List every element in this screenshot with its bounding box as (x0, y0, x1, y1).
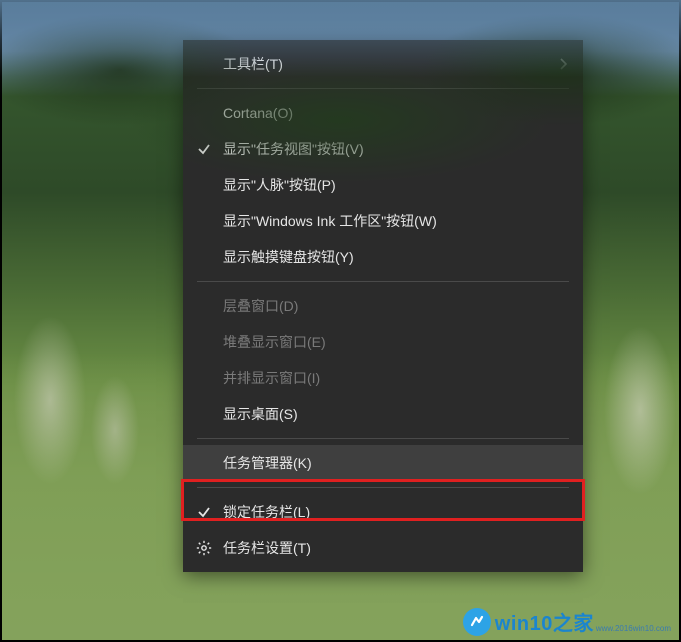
menu-item-label: 任务栏设置(T) (223, 538, 565, 558)
menu-item[interactable]: 显示"任务视图"按钮(V) (183, 131, 583, 167)
menu-item-label: 显示触摸键盘按钮(Y) (223, 247, 565, 267)
menu-item-label: 层叠窗口(D) (223, 296, 565, 316)
gear-icon (196, 540, 212, 556)
watermark-brand: win10之家 (495, 607, 594, 636)
menu-item-label: 锁定任务栏(L) (223, 502, 565, 522)
check-icon (197, 505, 211, 519)
menu-item-label: 任务管理器(K) (223, 453, 565, 473)
menu-item[interactable]: Cortana(O) (183, 95, 583, 131)
menu-item: 堆叠显示窗口(E) (183, 324, 583, 360)
taskbar-context-menu: 工具栏(T) Cortana(O) 显示"任务视图"按钮(V) 显示"人脉"按钮(P)… (183, 40, 583, 572)
menu-item-label: 堆叠显示窗口(E) (223, 332, 565, 352)
check-icon (197, 142, 211, 156)
menu-item-label: 显示"人脉"按钮(P) (223, 175, 565, 195)
menu-item[interactable]: 任务管理器(K) (183, 445, 583, 481)
menu-item-label: 工具栏(T) (223, 54, 565, 74)
menu-item[interactable]: 显示桌面(S) (183, 396, 583, 432)
menu-item-label: 并排显示窗口(I) (223, 368, 565, 388)
watermark-url: www.2016win10.com (596, 624, 671, 636)
menu-item-label: 显示桌面(S) (223, 404, 565, 424)
menu-item: 层叠窗口(D) (183, 288, 583, 324)
desktop-background: 工具栏(T) Cortana(O) 显示"任务视图"按钮(V) 显示"人脉"按钮(P)… (0, 0, 681, 642)
menu-item[interactable]: 工具栏(T) (183, 46, 583, 82)
watermark: win10之家 www.2016win10.com (463, 607, 671, 636)
menu-item[interactable]: 显示"人脉"按钮(P) (183, 167, 583, 203)
menu-item-label: Cortana(O) (223, 105, 565, 121)
menu-separator (197, 88, 569, 89)
chevron-right-icon (559, 58, 567, 70)
menu-separator (197, 281, 569, 282)
menu-item-label: 显示"任务视图"按钮(V) (223, 139, 565, 159)
menu-item[interactable]: 任务栏设置(T) (183, 530, 583, 566)
menu-item[interactable]: 显示"Windows Ink 工作区"按钮(W) (183, 203, 583, 239)
menu-item-label: 显示"Windows Ink 工作区"按钮(W) (223, 211, 565, 231)
watermark-badge-icon (463, 608, 491, 636)
menu-separator (197, 487, 569, 488)
menu-item[interactable]: 显示触摸键盘按钮(Y) (183, 239, 583, 275)
menu-item[interactable]: 锁定任务栏(L) (183, 494, 583, 530)
menu-separator (197, 438, 569, 439)
menu-item: 并排显示窗口(I) (183, 360, 583, 396)
